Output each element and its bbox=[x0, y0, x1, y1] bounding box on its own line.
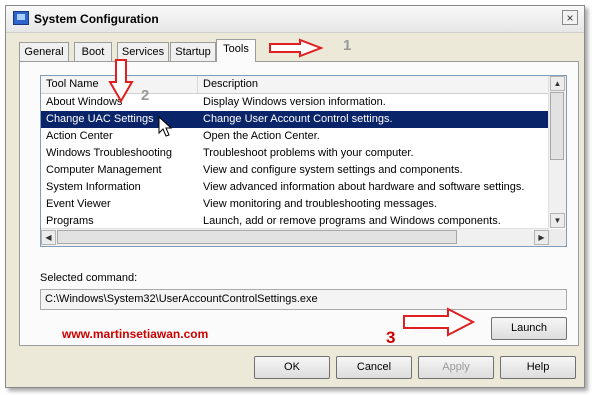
system-configuration-window: System Configuration × General Boot Serv… bbox=[5, 5, 585, 388]
system-config-app-icon bbox=[13, 11, 29, 25]
tool-name-cell: About Windows bbox=[46, 96, 123, 108]
scroll-right-icon[interactable]: ▶ bbox=[534, 230, 549, 245]
vertical-scrollbar[interactable]: ▲ ▼ bbox=[548, 76, 566, 228]
tool-name-cell: Action Center bbox=[46, 130, 113, 142]
tool-description-cell: Open the Action Center. bbox=[203, 130, 320, 142]
tab-startup[interactable]: Startup bbox=[170, 42, 216, 61]
tool-name-cell: Event Viewer bbox=[46, 198, 111, 210]
close-icon: × bbox=[566, 11, 574, 25]
close-button[interactable]: × bbox=[562, 10, 578, 25]
scroll-up-icon[interactable]: ▲ bbox=[550, 76, 565, 91]
window-title: System Configuration bbox=[34, 12, 159, 26]
tool-name-cell: Windows Troubleshooting bbox=[46, 147, 172, 159]
scrollbar-corner bbox=[549, 229, 566, 246]
list-item[interactable]: Windows Troubleshooting Troubleshoot prob… bbox=[41, 145, 549, 162]
horizontal-scroll-thumb[interactable] bbox=[57, 230, 457, 244]
cancel-button[interactable]: Cancel bbox=[336, 356, 412, 379]
selected-command-field[interactable]: C:\Windows\System32\UserAccountControlSe… bbox=[40, 289, 567, 310]
selected-command-label: Selected command: bbox=[40, 272, 138, 284]
column-header-tool-name[interactable]: Tool Name bbox=[41, 76, 198, 93]
scroll-down-icon[interactable]: ▼ bbox=[550, 213, 565, 228]
title-bar[interactable]: System Configuration × bbox=[6, 6, 584, 33]
list-item[interactable]: Action Center Open the Action Center. bbox=[41, 128, 549, 145]
annotation-step-3: 3 bbox=[386, 328, 396, 347]
tab-tools[interactable]: Tools bbox=[216, 39, 256, 62]
launch-button[interactable]: Launch bbox=[491, 317, 567, 340]
tool-name-cell: Computer Management bbox=[46, 164, 162, 176]
list-item[interactable]: Computer Management View and configure sy… bbox=[41, 162, 549, 179]
column-header-description[interactable]: Description bbox=[198, 76, 549, 93]
vertical-scroll-thumb[interactable] bbox=[550, 92, 564, 160]
horizontal-scrollbar[interactable]: ◀ ▶ bbox=[41, 228, 549, 246]
tool-description-cell: View advanced information about hardware… bbox=[203, 181, 525, 193]
tools-panel: Tool Name Description About Windows Displ… bbox=[19, 61, 579, 346]
tab-services[interactable]: Services bbox=[117, 42, 169, 61]
watermark-text: www.martinsetiawan.com bbox=[62, 327, 209, 341]
scroll-left-icon[interactable]: ◀ bbox=[41, 230, 56, 245]
tool-name-cell: System Information bbox=[46, 181, 141, 193]
ok-button[interactable]: OK bbox=[254, 356, 330, 379]
list-item[interactable]: System Information View advanced informat… bbox=[41, 179, 549, 196]
list-item[interactable]: About Windows Display Windows version inf… bbox=[41, 94, 549, 111]
annotation-step-2: 2 bbox=[141, 87, 150, 104]
tool-description-cell: Change User Account Control settings. bbox=[203, 113, 393, 125]
tool-description-cell: View and configure system settings and c… bbox=[203, 164, 463, 176]
tool-description-cell: Troubleshoot problems with your computer… bbox=[203, 147, 414, 159]
help-button[interactable]: Help bbox=[500, 356, 576, 379]
list-item[interactable]: Change UAC Settings Change User Account C… bbox=[41, 111, 549, 128]
list-header: Tool Name Description bbox=[41, 76, 549, 94]
tool-description-cell: View monitoring and troubleshooting mess… bbox=[203, 198, 437, 210]
apply-button[interactable]: Apply bbox=[418, 356, 494, 379]
tool-name-cell: Change UAC Settings bbox=[46, 113, 154, 125]
list-item[interactable]: Event Viewer View monitoring and troubles… bbox=[41, 196, 549, 213]
tools-list[interactable]: Tool Name Description About Windows Displ… bbox=[40, 75, 567, 247]
tab-boot[interactable]: Boot bbox=[74, 42, 112, 61]
tool-description-cell: Display Windows version information. bbox=[203, 96, 386, 108]
annotation-step-1: 1 bbox=[343, 37, 352, 54]
tab-general[interactable]: General bbox=[19, 42, 69, 61]
